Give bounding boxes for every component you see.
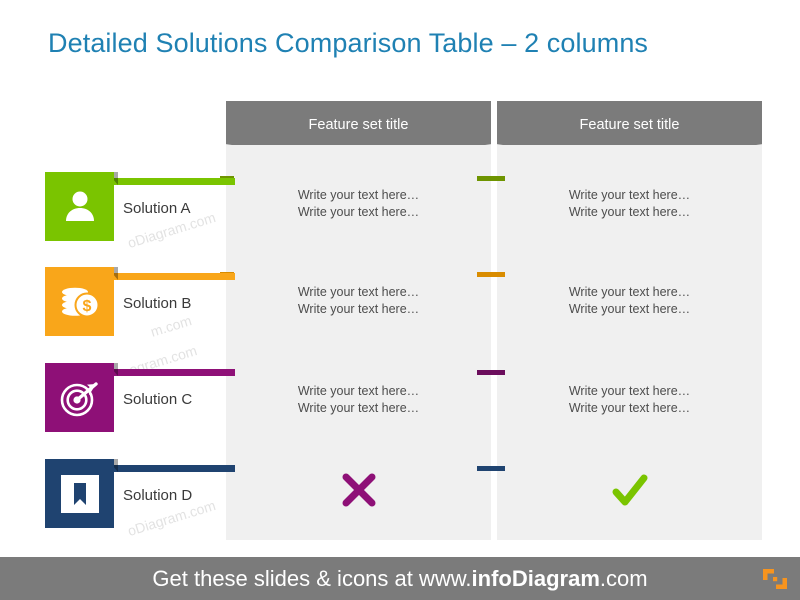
- cell-col2-row2: Write your text here… Write your text he…: [497, 284, 762, 319]
- coins-money-icon: $: [61, 287, 99, 317]
- footer-suffix: .com: [599, 566, 648, 591]
- solution-ribbon: [107, 369, 235, 376]
- row-marker-purple: [477, 370, 491, 375]
- cell-line-2: Write your text here…: [297, 205, 420, 220]
- solution-icon-box-b: $: [45, 267, 114, 336]
- target-arrow-icon: [60, 381, 98, 416]
- solution-label-b: Solution B: [123, 295, 192, 312]
- solution-label-d: Solution D: [123, 487, 193, 504]
- footer-bar: Get these slides & icons at www.infoDiag…: [0, 557, 800, 600]
- cell-line-1: Write your text here…: [568, 188, 691, 202]
- solution-row-b[interactable]: $ Solution B: [45, 267, 235, 343]
- row-marker-purple: [491, 370, 505, 375]
- cell-col1-row3: Write your text here… Write your text he…: [226, 383, 491, 418]
- svg-text:$: $: [82, 298, 91, 315]
- solution-icon-box-c: [45, 363, 114, 432]
- cell-line-1: Write your text here…: [568, 285, 691, 299]
- cell-line-2: Write your text here…: [568, 401, 691, 416]
- solution-label-a: Solution A: [123, 200, 191, 217]
- row-marker-green: [477, 176, 491, 181]
- footer-brand: infoDiagram: [471, 566, 600, 591]
- solution-ribbon: [107, 273, 235, 280]
- slide-canvas: Detailed Solutions Comparison Table – 2 …: [0, 0, 800, 600]
- person-icon: [65, 191, 94, 221]
- cell-line-1: Write your text here…: [297, 285, 420, 299]
- solution-icon-box-d: [45, 459, 114, 528]
- solution-row-d[interactable]: Solution D: [45, 459, 235, 535]
- cell-col1-row2: Write your text here… Write your text he…: [226, 284, 491, 319]
- solution-label-c: Solution C: [123, 391, 193, 408]
- row-marker-orange: [477, 272, 491, 277]
- solution-ribbon: [107, 178, 235, 185]
- cell-col2-row1: Write your text here… Write your text he…: [497, 187, 762, 222]
- cell-line-2: Write your text here…: [568, 302, 691, 317]
- page-title: Detailed Solutions Comparison Table – 2 …: [48, 28, 649, 58]
- solution-row-a[interactable]: Solution A: [45, 172, 235, 248]
- row-marker-orange: [491, 272, 505, 277]
- cell-col1-row1: Write your text here… Write your text he…: [226, 187, 491, 222]
- cell-line-2: Write your text here…: [297, 302, 420, 317]
- cell-line-2: Write your text here…: [568, 205, 691, 220]
- footer-prefix: Get these slides & icons at www.: [152, 566, 472, 591]
- verdict-check-col2: [497, 470, 762, 517]
- solution-icon-box-a: [45, 172, 114, 241]
- solution-ribbon: [107, 465, 235, 472]
- column-header-1-label: Feature set title: [308, 117, 409, 133]
- cell-line-1: Write your text here…: [297, 188, 420, 202]
- column-header-2-label: Feature set title: [579, 117, 680, 133]
- cell-line-2: Write your text here…: [297, 401, 420, 416]
- infodiagram-logo-icon: [763, 569, 787, 589]
- cell-line-1: Write your text here…: [568, 384, 691, 398]
- bookmark-icon: [60, 474, 99, 513]
- cross-mark-icon: [342, 473, 375, 507]
- row-marker-green: [491, 176, 505, 181]
- verdict-cross-col1: [226, 470, 491, 515]
- cell-col2-row3: Write your text here… Write your text he…: [497, 383, 762, 418]
- check-mark-icon: [612, 474, 647, 506]
- cell-line-1: Write your text here…: [297, 384, 420, 398]
- footer-text: Get these slides & icons at www.infoDiag…: [0, 557, 800, 600]
- solution-row-c[interactable]: Solution C: [45, 363, 235, 439]
